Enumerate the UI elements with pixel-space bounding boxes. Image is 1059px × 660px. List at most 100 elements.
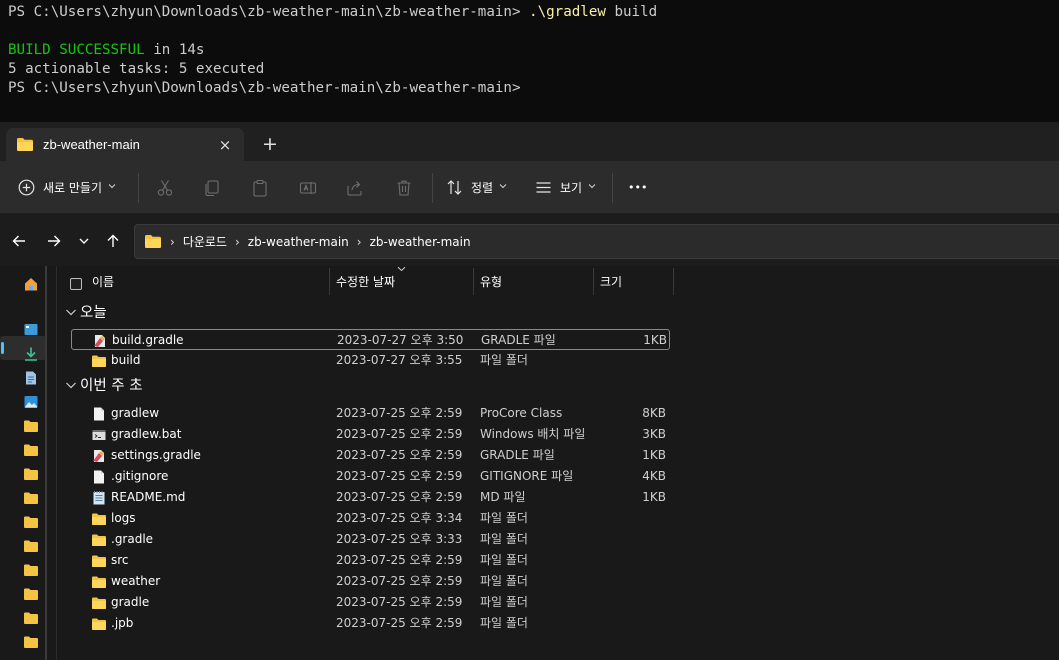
column-divider[interactable] bbox=[593, 268, 594, 295]
delete-icon[interactable] bbox=[394, 178, 414, 198]
folder-icon bbox=[92, 555, 106, 567]
file-name: settings.gradle bbox=[111, 448, 201, 462]
terminal-prompt-line: PS C:\Users\zhyun\Downloads\zb-weather-m… bbox=[8, 80, 521, 96]
breadcrumb-zb-weather-main[interactable]: zb-weather-main bbox=[248, 235, 349, 249]
pictures-icon[interactable] bbox=[23, 394, 39, 410]
file-row-readme-md[interactable]: README.md 2023-07-25 오후 2:59 MD 파일 1KB bbox=[71, 487, 670, 508]
documents-icon[interactable] bbox=[23, 370, 39, 386]
select-all-checkbox[interactable] bbox=[70, 278, 82, 290]
home-icon[interactable] bbox=[23, 276, 39, 292]
navigation-bar: › 다운로드 › zb-weather-main › zb-weather-ma… bbox=[0, 214, 1059, 266]
file-date: 2023-07-25 오후 2:59 bbox=[336, 574, 463, 588]
file-type: 파일 폴더 bbox=[480, 574, 528, 588]
file-type: MD 파일 bbox=[480, 490, 526, 504]
file-row-logs[interactable]: logs 2023-07-25 오후 3:34 파일 폴더 bbox=[71, 508, 670, 529]
more-options-button[interactable]: ••• bbox=[628, 172, 647, 202]
folder-icon[interactable] bbox=[23, 418, 39, 434]
sidebar-selection-indicator bbox=[1, 342, 4, 354]
file-name: build bbox=[111, 353, 141, 367]
file-size bbox=[591, 350, 666, 371]
column-divider[interactable] bbox=[473, 268, 474, 295]
terminal-command: .\gradlew bbox=[529, 4, 606, 20]
back-button[interactable] bbox=[8, 230, 30, 252]
gradle-file-icon bbox=[93, 450, 104, 462]
sort-button[interactable]: 정렬 bbox=[446, 172, 507, 202]
folder-icon[interactable] bbox=[23, 466, 39, 482]
folder-icon bbox=[92, 618, 106, 630]
gradle-file-icon bbox=[94, 335, 105, 347]
column-header-type[interactable]: 유형 bbox=[480, 268, 502, 296]
file-row-settings-gradle[interactable]: settings.gradle 2023-07-25 오후 2:59 GRADL… bbox=[71, 445, 670, 466]
share-icon[interactable] bbox=[345, 178, 365, 198]
file-name: .gradle bbox=[111, 532, 154, 546]
breadcrumb-separator[interactable]: › bbox=[170, 235, 175, 249]
sort-icon bbox=[447, 179, 462, 195]
tab-zb-weather-main[interactable]: zb-weather-main × bbox=[6, 128, 244, 161]
file-row-build[interactable]: build 2023-07-27 오후 3:55 파일 폴더 bbox=[71, 350, 670, 371]
folder-icon[interactable] bbox=[23, 442, 39, 458]
file-row-jpb[interactable]: .jpb 2023-07-25 오후 2:59 파일 폴더 bbox=[71, 613, 670, 634]
breadcrumb-zb-weather-main-current[interactable]: zb-weather-main bbox=[370, 235, 471, 249]
breadcrumb-separator[interactable]: › bbox=[235, 235, 240, 249]
file-row-gradle[interactable]: gradle 2023-07-25 오후 2:59 파일 폴더 bbox=[71, 592, 670, 613]
folder-icon[interactable] bbox=[23, 610, 39, 626]
folder-icon[interactable] bbox=[23, 514, 39, 530]
new-tab-button[interactable]: + bbox=[256, 132, 284, 156]
folder-icon[interactable] bbox=[23, 562, 39, 578]
file-row-build-gradle[interactable]: build.gradle 2023-07-27 오후 3:50 GRADLE 파… bbox=[71, 329, 670, 350]
file-row-dot-gradle[interactable]: .gradle 2023-07-25 오후 3:33 파일 폴더 bbox=[71, 529, 670, 550]
rename-icon[interactable] bbox=[298, 178, 318, 198]
navigation-pane bbox=[0, 266, 56, 660]
file-date: 2023-07-25 오후 3:33 bbox=[336, 532, 463, 546]
view-list-icon bbox=[536, 181, 551, 193]
column-divider[interactable] bbox=[673, 268, 674, 295]
file-date: 2023-07-25 오후 2:59 bbox=[336, 553, 463, 567]
add-circle-icon bbox=[18, 179, 35, 195]
chevron-down-icon bbox=[588, 182, 596, 192]
file-size bbox=[591, 571, 666, 592]
more-icon: ••• bbox=[628, 180, 648, 194]
file-row-gradlew-bat[interactable]: gradlew.bat 2023-07-25 오후 2:59 Windows 배… bbox=[71, 424, 670, 445]
up-button[interactable] bbox=[102, 230, 124, 252]
column-header-name[interactable]: 이름 bbox=[92, 268, 114, 296]
folder-icon[interactable] bbox=[23, 538, 39, 554]
address-bar[interactable]: › 다운로드 › zb-weather-main › zb-weather-ma… bbox=[134, 224, 1059, 259]
recent-locations-button[interactable] bbox=[73, 230, 95, 252]
column-header-size[interactable]: 크기 bbox=[600, 268, 622, 296]
view-button[interactable]: 보기 bbox=[535, 172, 596, 202]
file-type: 파일 폴더 bbox=[480, 616, 528, 630]
column-divider[interactable] bbox=[329, 268, 330, 295]
new-button[interactable]: 새로 만들기 bbox=[18, 172, 116, 202]
file-date: 2023-07-25 오후 2:59 bbox=[336, 448, 463, 462]
copy-icon[interactable] bbox=[202, 178, 222, 198]
breadcrumb-separator[interactable]: › bbox=[357, 235, 362, 249]
file-name: weather bbox=[111, 574, 161, 588]
folder-icon[interactable] bbox=[23, 490, 39, 506]
file-row-gradlew[interactable]: gradlew 2023-07-25 오후 2:59 ProCore Class… bbox=[71, 403, 670, 424]
file-size: 3KB bbox=[642, 427, 666, 441]
column-header-date[interactable]: 수정한 날짜 bbox=[336, 268, 395, 296]
forward-button[interactable] bbox=[43, 230, 65, 252]
folder-icon bbox=[92, 576, 106, 588]
sidebar-scrollbar[interactable] bbox=[45, 266, 47, 660]
terminal-window[interactable]: PS C:\Users\zhyun\Downloads\zb-weather-m… bbox=[0, 0, 1059, 122]
tab-bar: zb-weather-main × + bbox=[0, 122, 1059, 161]
folder-icon[interactable] bbox=[23, 634, 39, 650]
toolbar-divider bbox=[432, 173, 433, 203]
file-name: .jpb bbox=[111, 616, 134, 630]
downloads-icon[interactable] bbox=[23, 346, 39, 362]
file-type: 파일 폴더 bbox=[480, 353, 528, 367]
close-icon[interactable]: × bbox=[212, 134, 238, 156]
paste-icon[interactable] bbox=[250, 178, 270, 198]
breadcrumb-downloads[interactable]: 다운로드 bbox=[183, 233, 227, 250]
file-size: 4KB bbox=[642, 469, 666, 483]
file-name: build.gradle bbox=[112, 333, 184, 347]
file-name: gradlew.bat bbox=[111, 427, 182, 441]
file-row-weather[interactable]: weather 2023-07-25 오후 2:59 파일 폴더 bbox=[71, 571, 670, 592]
cut-icon[interactable] bbox=[155, 178, 175, 198]
terminal-line: 5 actionable tasks: 5 executed bbox=[8, 61, 265, 77]
file-size: 1KB bbox=[642, 490, 666, 504]
folder-icon[interactable] bbox=[23, 586, 39, 602]
file-row-gitignore[interactable]: .gitignore 2023-07-25 오후 2:59 GITIGNORE … bbox=[71, 466, 670, 487]
file-row-src[interactable]: src 2023-07-25 오후 2:59 파일 폴더 bbox=[71, 550, 670, 571]
